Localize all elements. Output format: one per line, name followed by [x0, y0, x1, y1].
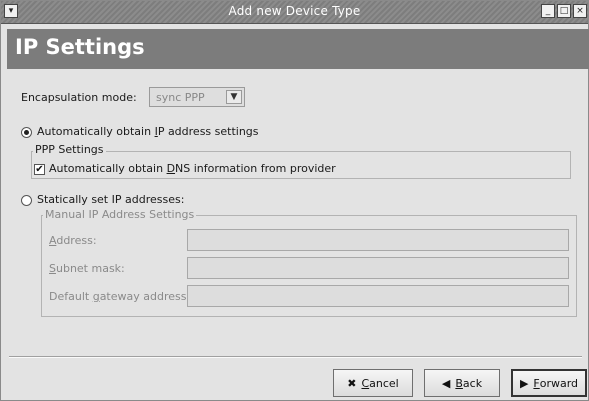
gateway-label-mnemonic: g [92, 290, 100, 303]
back-label-post: ack [462, 376, 483, 390]
encapsulation-select[interactable]: sync PPP ▼ [149, 87, 245, 107]
page-title: IP Settings [15, 35, 145, 59]
gateway-label-pre: Default [49, 290, 93, 303]
window-title: Add new Device Type [228, 4, 361, 18]
cancel-label-post: ancel [369, 376, 399, 390]
cancel-button[interactable]: ✖ Cancel [333, 369, 413, 397]
back-button[interactable]: ◀ Back [424, 369, 500, 397]
subnet-label-post: ubnet mask: [55, 262, 125, 275]
static-ip-label[interactable]: Statically set IP addresses: [37, 193, 184, 206]
forward-button[interactable]: ▶ Forward [511, 369, 587, 397]
dns-label-pre: Automatically obtain [49, 162, 167, 175]
dns-label-post: NS information from provider [175, 162, 336, 175]
auto-ip-label[interactable]: Automatically obtain IP address settings [37, 125, 259, 138]
dns-label-mnemonic: D [166, 162, 176, 175]
cancel-icon: ✖ [347, 376, 357, 390]
auto-ip-label-post: P address settings [157, 125, 259, 138]
divider [9, 356, 582, 358]
address-label: Address: [49, 234, 97, 247]
subnet-input[interactable] [187, 257, 569, 279]
encapsulation-value: sync PPP [156, 91, 205, 104]
manual-ip-legend: Manual IP Address Settings [43, 208, 197, 221]
encapsulation-label: Encapsulation mode: [21, 91, 137, 104]
auto-ip-label-pre: Automatically obtain [37, 125, 155, 138]
dns-label[interactable]: Automatically obtain DNS information fro… [49, 162, 336, 175]
auto-ip-radio[interactable] [21, 127, 32, 138]
dns-checkbox[interactable]: ✔ [34, 164, 45, 175]
subnet-label-mnemonic: S [49, 262, 56, 275]
dialog-window: ▾ Add new Device Type _ □ × IP Settings … [0, 0, 589, 401]
forward-arrow-icon: ▶ [519, 376, 529, 390]
gateway-label: Default gateway address: [49, 290, 190, 303]
ppp-settings-legend: PPP Settings [33, 143, 106, 156]
chevron-down-icon[interactable]: ▼ [226, 90, 242, 104]
gateway-input[interactable] [187, 285, 569, 307]
maximize-icon[interactable]: □ [557, 4, 571, 18]
title-bar[interactable]: ▾ Add new Device Type _ □ × [1, 1, 588, 24]
close-icon[interactable]: × [573, 4, 587, 18]
gateway-label-post: ateway address: [99, 290, 191, 303]
subnet-label: Subnet mask: [49, 262, 125, 275]
address-input[interactable] [187, 229, 569, 251]
static-ip-radio[interactable] [21, 195, 32, 206]
forward-label-post: orward [539, 376, 579, 390]
minimize-icon[interactable]: _ [541, 4, 555, 18]
address-label-post: ddress: [56, 234, 97, 247]
back-arrow-icon: ◀ [441, 376, 451, 390]
back-label-mnemonic: B [455, 376, 463, 390]
cancel-label-mnemonic: C [361, 376, 370, 390]
page-header: IP Settings [7, 29, 589, 69]
